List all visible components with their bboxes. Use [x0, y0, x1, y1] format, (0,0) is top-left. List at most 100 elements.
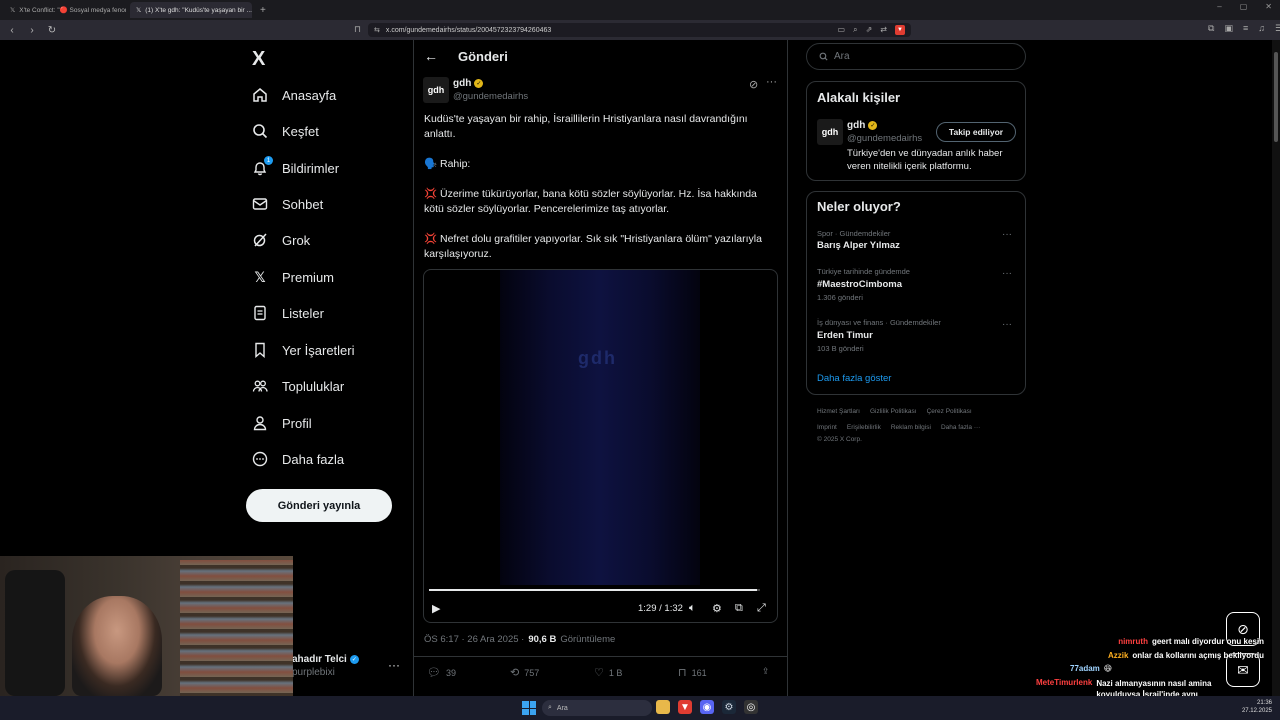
- sidebar-item-notifications[interactable]: 1 Bildirimler: [252, 156, 339, 178]
- browser-tab-active[interactable]: 𝕏 (1) X'te gdh: "Kudüs'te yaşayan bir ..…: [130, 2, 252, 18]
- chat-text: geert malı diyordur onu kesin: [1151, 637, 1264, 646]
- site-info-icon[interactable]: ⇆: [374, 26, 380, 34]
- system-clock[interactable]: 21:36 27.12.2025: [1238, 699, 1272, 715]
- search-input[interactable]: Ara: [806, 43, 1026, 70]
- zoom-icon[interactable]: ⌕: [853, 25, 857, 35]
- scrollbar-thumb[interactable]: [1274, 52, 1278, 142]
- video-watermark: gdh: [578, 348, 617, 368]
- post-button[interactable]: Gönderi yayınla: [246, 489, 392, 522]
- more-options-icon[interactable]: ···: [1002, 268, 1012, 279]
- back-nav-icon[interactable]: ‹: [4, 25, 20, 36]
- footer-link[interactable]: Gizlilik Politikası: [870, 408, 917, 415]
- bookmark-count: 161: [691, 667, 707, 678]
- shield-icon[interactable]: ▼: [895, 25, 905, 35]
- footer-link[interactable]: Daha fazla ···: [941, 424, 980, 431]
- repost-button[interactable]: ⟲ 757: [510, 666, 539, 679]
- picture-in-picture-icon[interactable]: ⧉: [735, 602, 743, 615]
- account-more-icon[interactable]: ···: [388, 658, 400, 672]
- trend-title[interactable]: Barış Alper Yılmaz: [817, 240, 900, 251]
- like-button[interactable]: ♡ 1 B: [594, 666, 622, 679]
- hamburger-icon[interactable]: ☰: [1275, 23, 1280, 34]
- clock-time: 21:36: [1256, 700, 1272, 706]
- browser-tab[interactable]: 𝕏 X'te Conflict: "🔴 Sosyal medya fenomen…: [4, 2, 126, 18]
- sidebar-item-chat[interactable]: Sohbet: [252, 194, 323, 214]
- wallet-icon[interactable]: ▣: [1224, 23, 1233, 34]
- relevant-avatar[interactable]: gdh: [817, 119, 843, 145]
- grok-icon[interactable]: ⊘: [749, 78, 758, 91]
- volume-icon[interactable]: 🔈︎: [689, 602, 696, 615]
- trend-title[interactable]: #MaestroCimboma: [817, 279, 902, 290]
- sidebar-item-lists[interactable]: Listeler: [252, 303, 324, 323]
- relevant-people-title: Alakalı kişiler: [817, 90, 901, 105]
- share-icon[interactable]: ⇪: [762, 666, 770, 677]
- fullscreen-icon[interactable]: ⤢: [757, 602, 766, 615]
- discord-icon[interactable]: ◉: [700, 700, 714, 714]
- footer-links-2: Imprint Erişilebilirlik Reklam bilgisi D…: [817, 424, 980, 431]
- footer-link[interactable]: Erişilebilirlik: [847, 424, 881, 431]
- post-text-4: 💢 Nefret dolu grafitiler yapıyorlar. Sık…: [424, 232, 774, 262]
- share-icon[interactable]: ⇗: [866, 25, 873, 35]
- x-logo[interactable]: X: [252, 48, 272, 70]
- footer-link[interactable]: Imprint: [817, 424, 837, 431]
- more-options-icon[interactable]: ···: [1002, 319, 1012, 330]
- sidebar-item-profile[interactable]: Profil: [252, 413, 312, 433]
- sidebar-item-more[interactable]: Daha fazla: [252, 449, 344, 469]
- search-icon: ⌕: [548, 704, 552, 711]
- more-options-icon[interactable]: ···: [766, 76, 777, 88]
- post-timestamp[interactable]: ÖS 6:17 · 26 Ara 2025 ·: [424, 634, 524, 645]
- verified-gold-icon: ✓: [474, 79, 484, 88]
- post-views-count: 90,6 B: [528, 634, 557, 645]
- menu-icon[interactable]: ≡: [1243, 23, 1248, 34]
- anger-emoji-icon: 💢: [424, 188, 438, 200]
- sidebar-item-communities[interactable]: Topluluklar: [252, 376, 344, 396]
- sidebar-item-grok[interactable]: Grok: [252, 230, 310, 250]
- footer-link[interactable]: Reklam bilgisi: [891, 424, 931, 431]
- bookmark-page-icon[interactable]: ⊓: [354, 24, 361, 35]
- author-avatar[interactable]: gdh: [423, 77, 449, 103]
- show-more-link[interactable]: Daha fazla göster: [817, 373, 891, 384]
- grok-icon: [252, 232, 268, 248]
- following-button[interactable]: Takip ediliyor: [936, 122, 1016, 142]
- file-explorer-icon[interactable]: [656, 700, 670, 714]
- translate-icon[interactable]: ⇄: [880, 25, 887, 35]
- account-name-text: ahadır Telci: [292, 654, 347, 665]
- obs-icon[interactable]: ◎: [744, 700, 758, 714]
- more-options-icon[interactable]: ···: [1002, 229, 1012, 240]
- settings-icon[interactable]: ⚙︎: [712, 602, 722, 615]
- extension-icon[interactable]: ⧉: [1208, 23, 1214, 34]
- trend-title[interactable]: Erden Timur: [817, 330, 873, 341]
- address-bar[interactable]: ⇆ x.com/gundemedairhs/status/20045723237…: [368, 23, 911, 37]
- window-controls: – ▢ ✕: [1217, 2, 1272, 11]
- forward-nav-icon[interactable]: ›: [24, 25, 40, 36]
- sidebar-item-label: Premium: [282, 269, 335, 285]
- maximize-icon[interactable]: ▢: [1240, 2, 1248, 11]
- footer-link[interactable]: Hizmet Şartları: [817, 408, 860, 415]
- steam-icon[interactable]: ⚙︎: [722, 700, 736, 714]
- relevant-handle[interactable]: @gundemedairhs: [847, 133, 922, 144]
- reload-icon[interactable]: ↻: [44, 25, 60, 36]
- video-frame: [500, 270, 700, 585]
- reply-button[interactable]: 💬︎ 39: [427, 666, 456, 679]
- play-icon[interactable]: ▶: [432, 602, 440, 615]
- back-arrow-icon[interactable]: ←: [424, 48, 438, 64]
- music-icon[interactable]: ♫: [1258, 23, 1265, 34]
- sidebar-item-bookmarks[interactable]: Yer İşaretleri: [252, 340, 355, 360]
- windows-start-icon[interactable]: [522, 701, 536, 715]
- author-handle[interactable]: @gundemedairhs: [453, 91, 528, 102]
- footer-link[interactable]: Çerez Politikası: [927, 408, 972, 415]
- taskbar-search[interactable]: ⌕ Ara: [542, 700, 652, 716]
- minimize-icon[interactable]: –: [1217, 2, 1221, 11]
- sidebar-item-premium[interactable]: 𝕏 Premium: [252, 267, 334, 287]
- close-window-icon[interactable]: ✕: [1265, 2, 1272, 11]
- sidebar-item-home[interactable]: Anasayfa: [252, 85, 336, 105]
- chat-text: onlar da kollarını açmış bekliyordu: [1132, 651, 1264, 660]
- relevant-name[interactable]: gdh ✓: [847, 120, 878, 131]
- trend-meta: Spor · Gündemdekiler: [817, 229, 891, 238]
- reader-icon[interactable]: ▭: [838, 25, 846, 35]
- chat-user: 77adam: [1070, 664, 1100, 673]
- author-name[interactable]: gdh ✓: [453, 78, 484, 89]
- brave-browser-icon[interactable]: ▼: [678, 700, 692, 714]
- new-tab-icon[interactable]: +: [260, 5, 266, 16]
- bookmark-button[interactable]: ⊓ 161: [678, 666, 707, 679]
- sidebar-item-explore[interactable]: Keşfet: [252, 121, 319, 141]
